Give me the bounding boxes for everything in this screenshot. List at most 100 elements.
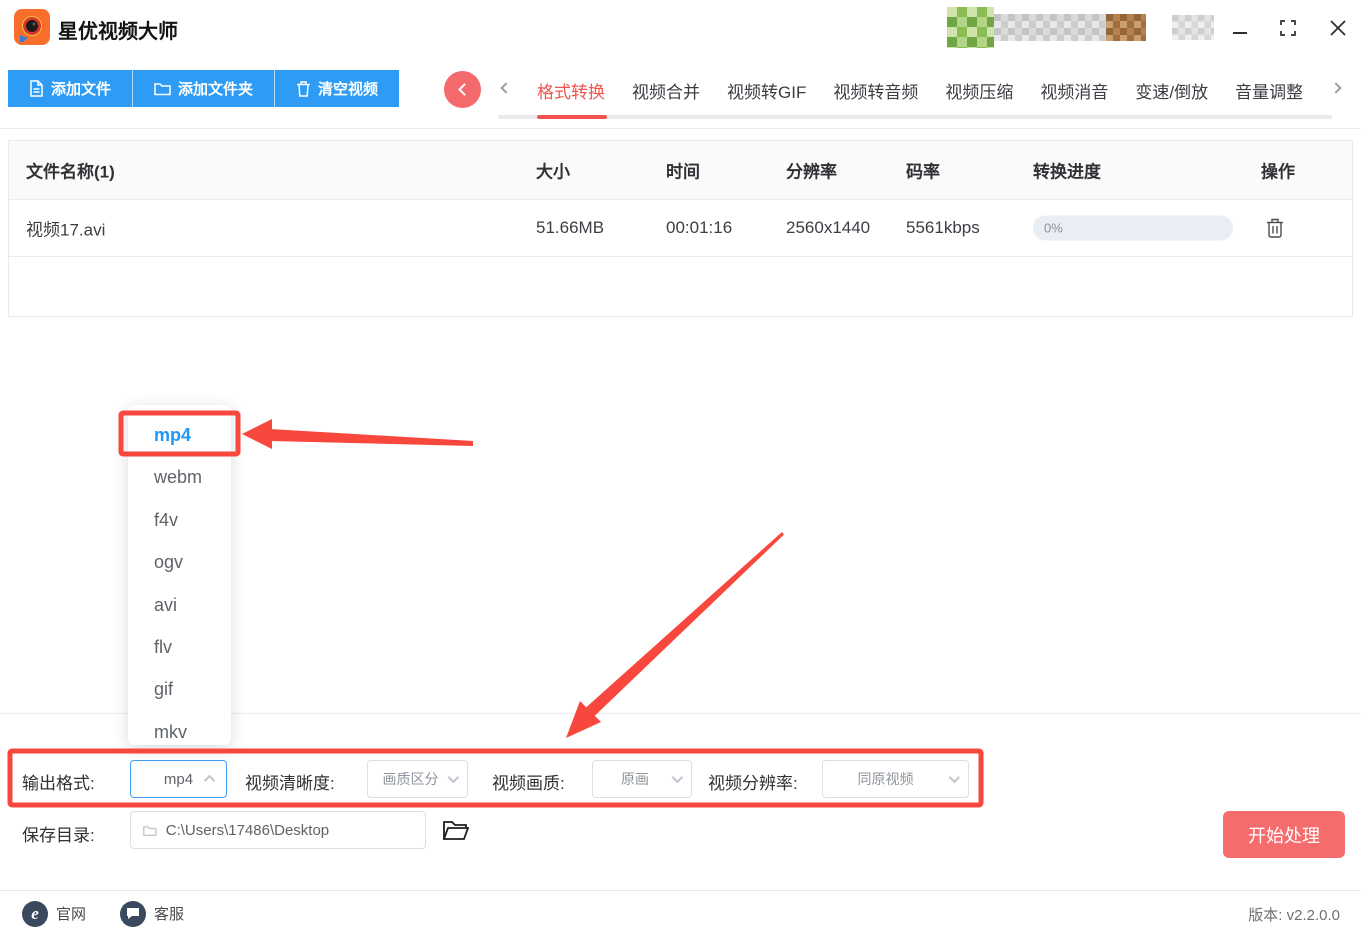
folder-icon	[143, 825, 157, 836]
file-table: 文件名称(1) 大小 时间 分辨率 码率 转换进度 操作 视频17.avi 51…	[8, 140, 1353, 317]
blurred-username	[994, 14, 1106, 41]
support-label: 客服	[154, 906, 185, 923]
tab-volume-adjust[interactable]: 音量调整	[1235, 78, 1303, 103]
official-site-label: 官网	[56, 906, 87, 923]
version-label: 版本: v2.2.0.0	[1248, 907, 1340, 924]
tabs-prev-icon[interactable]	[500, 82, 512, 94]
resolution-value: 同原视频	[857, 771, 914, 787]
chevron-down-icon	[447, 771, 460, 784]
header-size: 大小	[536, 162, 570, 182]
chevron-left-icon	[457, 83, 471, 96]
tab-video-merge[interactable]: 视频合并	[632, 78, 700, 103]
tab-video-to-audio[interactable]: 视频转音频	[833, 78, 918, 103]
tabs-next-icon[interactable]	[1330, 82, 1342, 94]
close-icon	[1330, 20, 1346, 36]
dropdown-option-avi[interactable]: avi	[128, 584, 231, 626]
table-header-row: 文件名称(1) 大小 时间 分辨率 码率 转换进度 操作	[9, 141, 1352, 200]
tab-track	[498, 115, 1332, 119]
add-folder-button[interactable]: 添加文件夹	[132, 70, 275, 107]
output-format-select[interactable]: mp4	[130, 760, 227, 798]
add-file-button[interactable]: 添加文件	[8, 70, 133, 107]
progress-value: 0%	[1044, 220, 1063, 236]
clarity-value: 画质区分	[382, 771, 439, 787]
support-link[interactable]: 客服	[120, 891, 184, 935]
save-dir-label: 保存目录:	[22, 826, 95, 845]
header-divider	[0, 128, 1361, 129]
chevron-down-icon	[948, 771, 961, 784]
folder-open-icon	[443, 820, 469, 840]
quality-select[interactable]: 原画	[592, 760, 692, 798]
resolution-select[interactable]: 同原视频	[822, 760, 969, 798]
trash-icon	[297, 80, 311, 97]
header-bitrate: 码率	[906, 162, 940, 182]
quality-value: 原画	[621, 771, 649, 787]
dropdown-option-gif[interactable]: gif	[128, 668, 231, 710]
header-file-name: 文件名称(1)	[26, 162, 115, 182]
add-file-label: 添加文件	[51, 81, 112, 98]
progress-bar: 0%	[1033, 215, 1233, 241]
output-format-label: 输出格式:	[22, 774, 95, 793]
cell-resolution: 2560x1440	[786, 218, 871, 237]
cell-bitrate: 5561kbps	[906, 218, 980, 237]
header-progress: 转换进度	[1033, 162, 1101, 182]
clear-videos-label: 清空视频	[318, 81, 379, 98]
output-format-dropdown: mp4 webm f4v ogv avi flv gif mkv	[128, 405, 231, 745]
tab-video-compress[interactable]: 视频压缩	[945, 78, 1013, 103]
tab-speed-reverse[interactable]: 变速/倒放	[1135, 78, 1208, 103]
minimize-icon	[1233, 32, 1247, 34]
save-path-field[interactable]	[130, 811, 426, 849]
tab-format-convert[interactable]: 格式转换	[537, 78, 605, 103]
blurred-avatar	[947, 7, 994, 48]
chevron-down-icon	[671, 771, 684, 784]
dropdown-option-mp4[interactable]: mp4	[128, 414, 231, 456]
official-site-link[interactable]: e 官网	[22, 891, 86, 935]
add-folder-label: 添加文件夹	[178, 81, 254, 98]
browser-e-icon: e	[22, 900, 48, 927]
chat-bubble-icon	[120, 900, 146, 927]
blurred-badge	[1106, 14, 1146, 41]
cell-file-name: 视频17.avi	[26, 220, 106, 240]
tab-video-mute[interactable]: 视频消音	[1040, 78, 1108, 103]
header-action: 操作	[1261, 162, 1295, 182]
dropdown-option-mkv[interactable]: mkv	[128, 711, 231, 753]
dropdown-option-webm[interactable]: webm	[128, 456, 231, 498]
header-resolution: 分辨率	[786, 162, 837, 182]
clarity-select[interactable]: 画质区分	[367, 760, 468, 798]
output-format-value: mp4	[163, 770, 194, 788]
blurred-account-extra	[1172, 15, 1214, 40]
delete-row-button[interactable]	[1263, 215, 1287, 241]
header-time: 时间	[666, 162, 700, 182]
toolbar: 添加文件 添加文件夹 清空视频	[8, 70, 400, 107]
tab-active-indicator	[537, 115, 607, 119]
tab-bar: 格式转换 视频合并 视频转GIF 视频转音频 视频压缩 视频消音 变速/倒放 音…	[537, 70, 1303, 110]
save-path-input[interactable]	[165, 821, 413, 839]
maximize-button[interactable]	[1270, 10, 1306, 46]
clarity-label: 视频清晰度:	[245, 774, 335, 793]
dropdown-option-flv[interactable]: flv	[128, 626, 231, 668]
table-row: 视频17.avi 51.66MB 00:01:16 2560x1440 5561…	[9, 200, 1352, 257]
titlebar: 星优视频大师	[0, 0, 1361, 55]
empty-table-row	[9, 257, 1352, 316]
dropdown-option-ogv[interactable]: ogv	[128, 541, 231, 583]
start-processing-button[interactable]: 开始处理	[1223, 811, 1345, 858]
dropdown-option-f4v[interactable]: f4v	[128, 499, 231, 541]
maximize-icon	[1280, 20, 1296, 36]
app-logo-icon	[14, 9, 50, 45]
footer: e 官网 客服 版本: v2.2.0.0	[0, 890, 1361, 935]
chevron-up-icon	[203, 774, 216, 787]
trash-icon	[1267, 218, 1283, 238]
annotation-arrow-mp4	[242, 419, 473, 449]
clear-videos-button[interactable]: 清空视频	[274, 70, 400, 107]
quality-label: 视频画质:	[492, 774, 565, 793]
close-button[interactable]	[1320, 10, 1356, 46]
browse-folder-button[interactable]	[441, 815, 471, 845]
cell-size: 51.66MB	[536, 218, 605, 237]
file-icon	[30, 80, 43, 97]
app-window: 星优视频大师 添加文件 添加文件夹 清空视频 格式转换 视频合并 视频转GIF …	[0, 0, 1361, 935]
tab-video-to-gif[interactable]: 视频转GIF	[727, 78, 806, 103]
tabs-scroll-left-button[interactable]	[444, 71, 481, 108]
minimize-button[interactable]	[1222, 10, 1258, 46]
resolution-label: 视频分辨率:	[708, 774, 798, 793]
annotation-arrow-settings	[566, 532, 784, 738]
folder-icon	[154, 83, 171, 96]
